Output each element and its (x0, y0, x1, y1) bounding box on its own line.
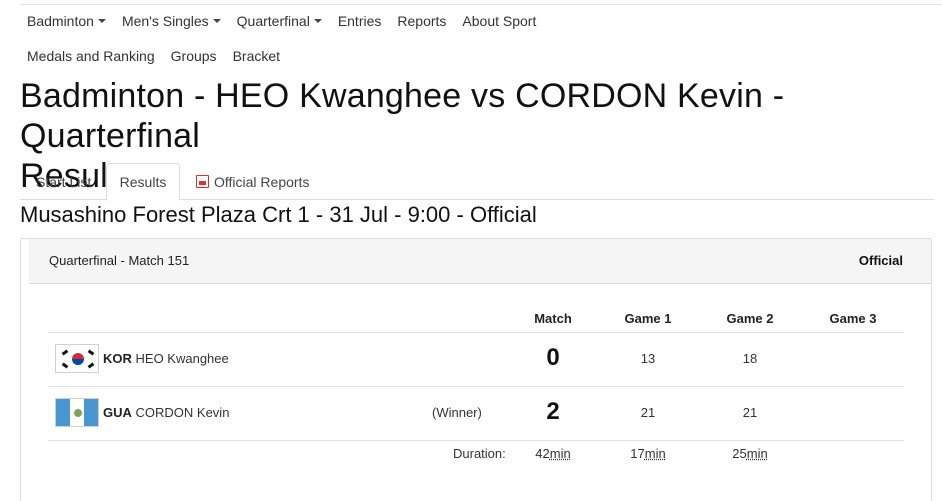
athlete-name-text: HEO Kwanghee (135, 351, 229, 366)
results-tabs: Start List Results Official Reports (20, 163, 934, 201)
game2-score: 18 (742, 351, 758, 366)
col-header-match: Match (534, 311, 572, 326)
caret-down-icon (212, 19, 221, 23)
tab-results[interactable]: Results (106, 163, 180, 201)
athlete-noc: GUA (103, 405, 132, 420)
match-panel-header: Quarterfinal - Match 151 Official (29, 239, 931, 284)
nav-bracket[interactable]: Bracket (233, 48, 280, 64)
athlete-name-text: CORDON Kevin (135, 405, 230, 420)
nav-quarterfinal-label: Quarterfinal (236, 13, 310, 29)
nav-about-sport[interactable]: About Sport (462, 13, 536, 29)
nav-entries-label: Entries (337, 13, 382, 29)
caret-down-icon (313, 19, 322, 23)
game1-score: 13 (640, 351, 656, 366)
duration-game2: 25min (710, 446, 790, 461)
match-phase-label: Quarterfinal - Match 151 (49, 253, 190, 268)
nav-entries[interactable]: Entries (338, 13, 382, 29)
table-divider (48, 386, 904, 387)
nav-bracket-label: Bracket (232, 48, 281, 64)
nav-mens-singles-label: Men's Singles (121, 13, 209, 29)
duration-match: 42min (513, 446, 593, 461)
game1-score: 21 (640, 405, 656, 420)
duration-game1-value: 17 (630, 446, 645, 461)
tab-start-list-label: Start List (36, 173, 92, 190)
col-header-game1: Game 1 (624, 311, 672, 326)
page-title-line1: Badminton - HEO Kwanghee vs CORDON Kevin… (20, 77, 785, 155)
tab-results-label: Results (119, 174, 167, 190)
nav-about-sport-label: About Sport (462, 13, 537, 29)
col-header-game3: Game 3 (829, 311, 877, 326)
duration-unit: min (644, 446, 666, 461)
nav-quarterfinal[interactable]: Quarterfinal (237, 13, 322, 29)
match-score: 2 (546, 398, 560, 425)
duration-unit: min (746, 446, 768, 461)
tab-official-reports[interactable]: Official Reports (196, 163, 309, 200)
flag-kor-icon (55, 344, 99, 373)
athlete-noc: KOR (103, 351, 132, 366)
nav-mens-singles[interactable]: Men's Singles (122, 13, 221, 29)
nav-reports-label: Reports (397, 13, 447, 29)
duration-game1: 17min (608, 446, 688, 461)
nav-badminton-label: Badminton (27, 13, 94, 29)
nav-reports[interactable]: Reports (397, 13, 446, 29)
nav-medals-ranking[interactable]: Medals and Ranking (27, 48, 155, 64)
duration-match-value: 42 (535, 446, 550, 461)
venue-heading: Musashino Forest Plaza Crt 1 - 31 Jul - … (20, 202, 537, 227)
match-score: 0 (546, 344, 560, 371)
tab-start-list[interactable]: Start List (36, 163, 91, 200)
game2-score: 21 (742, 405, 758, 420)
nav-medals-ranking-label: Medals and Ranking (27, 48, 155, 64)
sport-nav: Badminton Men's Singles Quarterfinal Ent… (27, 13, 552, 29)
duration-unit: min (549, 446, 571, 461)
caret-down-icon (97, 19, 106, 23)
top-divider (20, 4, 942, 5)
duration-game2-value: 25 (732, 446, 747, 461)
winner-label: (Winner) (432, 405, 482, 420)
table-divider (48, 332, 904, 333)
pdf-icon (196, 175, 209, 188)
tab-official-reports-label: Official Reports (214, 173, 310, 190)
nav-groups[interactable]: Groups (171, 48, 217, 64)
sub-nav: Medals and Ranking Groups Bracket (27, 48, 296, 64)
athlete-name[interactable]: GUA CORDON Kevin (103, 405, 229, 420)
match-status-label: Official (858, 253, 903, 268)
match-panel: Quarterfinal - Match 151 Official (20, 238, 932, 501)
nav-groups-label: Groups (170, 48, 217, 64)
duration-label: Duration: (453, 446, 506, 461)
nav-badminton[interactable]: Badminton (27, 13, 106, 29)
flag-gua-icon (55, 398, 99, 427)
table-divider (48, 440, 904, 441)
athlete-name[interactable]: KOR HEO Kwanghee (103, 351, 229, 366)
col-header-game2: Game 2 (726, 311, 774, 326)
